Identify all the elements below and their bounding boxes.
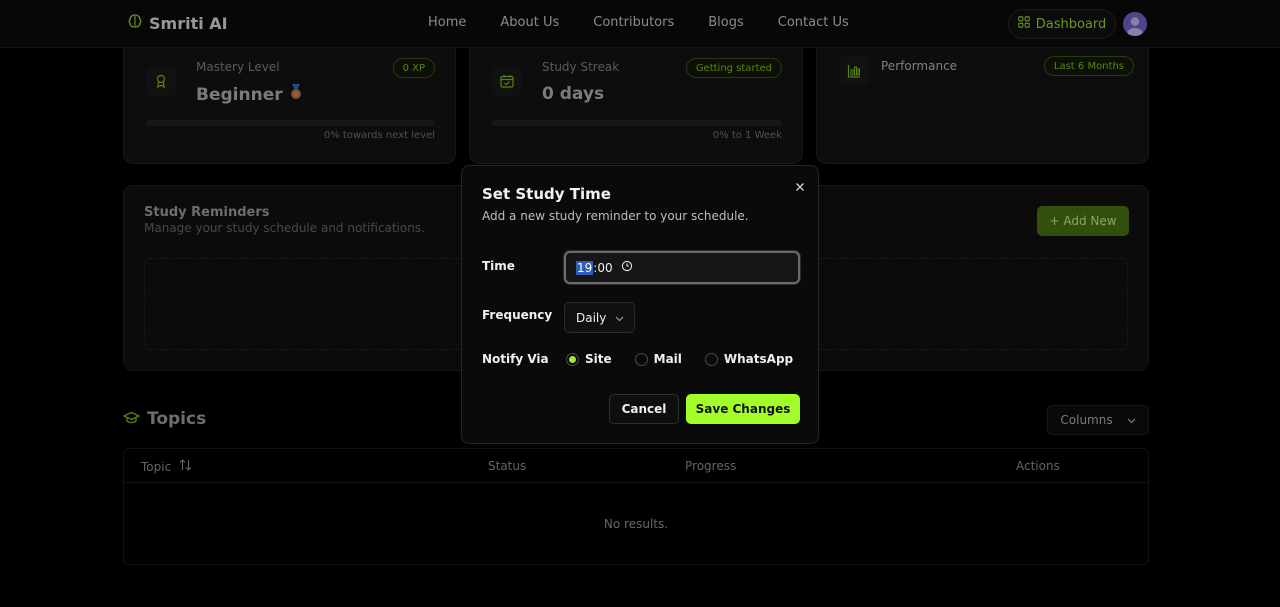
- notify-option-whatsapp[interactable]: WhatsApp: [704, 352, 794, 366]
- dialog-description: Add a new study reminder to your schedul…: [482, 209, 749, 223]
- notify-option-mail[interactable]: Mail: [634, 352, 682, 366]
- radio-mail[interactable]: [634, 352, 648, 366]
- clock-icon[interactable]: [621, 260, 633, 275]
- notify-via-label: Notify Via: [482, 352, 549, 366]
- notify-option-whatsapp-label: WhatsApp: [723, 352, 794, 366]
- set-study-time-dialog: Set Study Time Add a new study reminder …: [461, 165, 819, 444]
- radio-site-dot: [569, 355, 576, 363]
- close-icon[interactable]: [793, 179, 807, 193]
- time-minute-segment[interactable]: :00: [593, 261, 612, 275]
- notify-option-mail-label: Mail: [653, 352, 682, 366]
- frequency-select[interactable]: Daily: [564, 302, 635, 333]
- notify-option-site[interactable]: Site: [566, 352, 612, 366]
- cancel-button[interactable]: Cancel: [609, 394, 679, 424]
- dialog-title: Set Study Time: [482, 185, 611, 203]
- radio-whatsapp[interactable]: [704, 352, 718, 366]
- radio-site[interactable]: [566, 352, 579, 366]
- time-value: 19:00: [576, 260, 613, 275]
- app-root: Smriti AI Home About Us Contributors Blo…: [0, 0, 1280, 607]
- frequency-value: Daily: [576, 310, 607, 325]
- notify-radio-group: Site Mail WhatsApp: [566, 352, 816, 366]
- save-changes-button[interactable]: Save Changes: [686, 394, 800, 424]
- time-input[interactable]: 19:00: [564, 251, 800, 284]
- time-label: Time: [482, 259, 515, 273]
- chevron-down-icon: [615, 311, 624, 325]
- time-hour-segment[interactable]: 19: [576, 260, 594, 275]
- frequency-label: Frequency: [482, 308, 553, 322]
- notify-option-site-label: Site: [585, 352, 612, 366]
